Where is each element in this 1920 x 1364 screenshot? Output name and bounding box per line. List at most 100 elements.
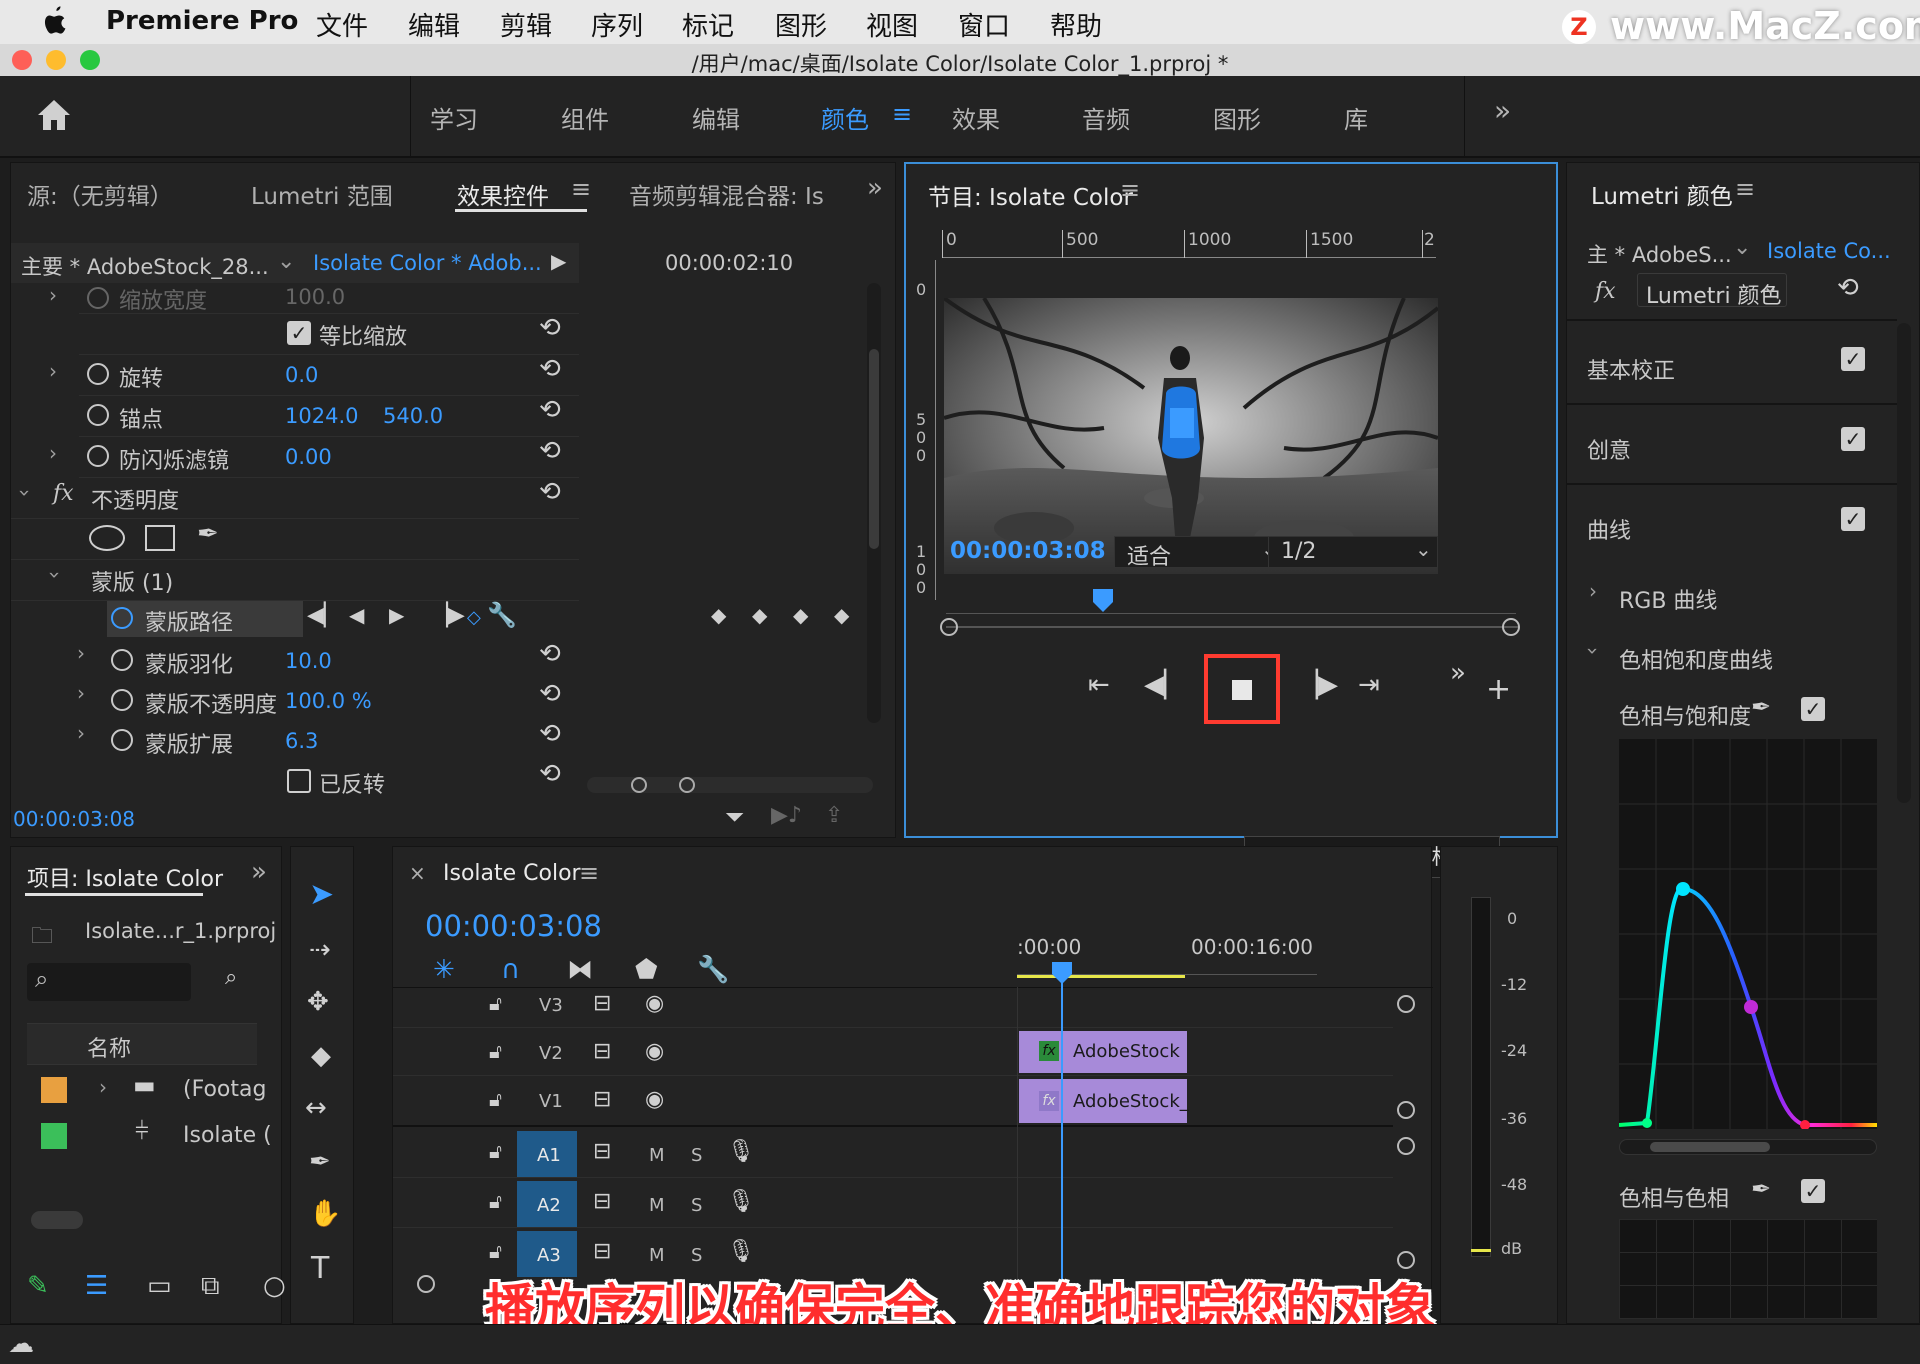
project-scrollbar[interactable] bbox=[31, 1211, 83, 1229]
inverted-checkbox[interactable] bbox=[287, 769, 311, 793]
lumetri-scrollbar[interactable] bbox=[1897, 323, 1911, 803]
uniform-scale-checkbox[interactable]: ✓ bbox=[287, 321, 311, 345]
workspace-color[interactable]: 颜色 bbox=[821, 100, 869, 135]
reset-icon[interactable]: ⟲ bbox=[539, 477, 561, 507]
add-marker-icon[interactable]: ⬟ bbox=[635, 955, 658, 985]
vertical-scrollbar[interactable] bbox=[867, 283, 881, 723]
wrench-icon[interactable]: 🔧 bbox=[487, 601, 517, 629]
track-backward-icon[interactable]: ◀▏ bbox=[307, 603, 341, 628]
lock-icon[interactable]: 🔓︎ bbox=[489, 1239, 502, 1263]
section-creative[interactable]: 创意 bbox=[1587, 433, 1631, 465]
scroll-handle-right[interactable] bbox=[1502, 618, 1520, 636]
hue-vs-sat-checkbox[interactable]: ✓ bbox=[1801, 697, 1825, 721]
zoom-scrollbar[interactable] bbox=[587, 777, 873, 793]
eyedropper-icon[interactable]: ✒ bbox=[1751, 1175, 1771, 1203]
menu-edit[interactable]: 编辑 bbox=[408, 6, 460, 43]
hue-vs-hue-checkbox[interactable]: ✓ bbox=[1801, 1179, 1825, 1203]
fx-icon[interactable]: fx bbox=[53, 481, 74, 506]
reset-icon[interactable]: ⟲ bbox=[539, 719, 561, 749]
project-item-footage[interactable]: (Footag bbox=[183, 1077, 266, 1102]
zoom-level-dropdown[interactable]: 适合 ⌄ bbox=[1114, 536, 1284, 570]
lumetri-menu-icon[interactable]: ≡ bbox=[1735, 175, 1755, 203]
workspace-learn[interactable]: 学习 bbox=[430, 100, 478, 135]
workspace-graphics[interactable]: 图形 bbox=[1213, 100, 1261, 135]
lock-icon[interactable]: 🔓︎ bbox=[489, 1189, 502, 1213]
scroll-handle[interactable] bbox=[1397, 1137, 1415, 1155]
workspace-assembly[interactable]: 组件 bbox=[561, 100, 609, 135]
reset-icon[interactable]: ⟲ bbox=[539, 313, 561, 343]
reset-icon[interactable]: ⟲ bbox=[539, 639, 561, 669]
expand-icon[interactable]: › bbox=[49, 359, 57, 383]
workspaces-overflow-button[interactable]: » bbox=[1494, 94, 1511, 127]
solo-button[interactable]: S bbox=[691, 1145, 702, 1166]
expand-icon[interactable]: › bbox=[77, 641, 85, 665]
app-name[interactable]: Premiere Pro bbox=[106, 6, 298, 36]
mute-button[interactable]: M bbox=[649, 1195, 665, 1216]
playhead-icon[interactable] bbox=[1092, 588, 1114, 614]
fx-icon[interactable]: fx bbox=[1595, 279, 1616, 304]
scroll-handle[interactable] bbox=[1397, 1101, 1415, 1119]
timeline-menu-icon[interactable]: ≡ bbox=[579, 859, 599, 887]
sync-lock-icon[interactable]: ⊟ bbox=[593, 991, 611, 1016]
property-scale-width-value[interactable]: 100.0 bbox=[285, 285, 345, 309]
expand-icon[interactable]: › bbox=[77, 681, 85, 705]
eye-icon[interactable]: ◉ bbox=[645, 1087, 664, 1112]
collapse-icon[interactable]: › bbox=[13, 489, 37, 497]
new-search-bin-icon[interactable]: ⌕ bbox=[225, 965, 237, 990]
stopwatch-icon[interactable] bbox=[111, 729, 133, 751]
pen-tool-icon[interactable]: ✒ bbox=[309, 1147, 331, 1177]
stopwatch-icon[interactable] bbox=[111, 607, 133, 629]
ripple-edit-tool-icon[interactable]: ✥ bbox=[307, 987, 329, 1017]
collapse-icon[interactable]: › bbox=[43, 571, 67, 579]
expand-icon[interactable]: › bbox=[77, 721, 85, 745]
project-search-input[interactable]: ⌕ bbox=[27, 963, 191, 1001]
track-a2[interactable]: A2 bbox=[537, 1195, 561, 1216]
track-back-one-icon[interactable]: ◀ bbox=[349, 603, 364, 627]
rectangle-mask-icon[interactable] bbox=[145, 525, 175, 551]
timeline-playhead-icon[interactable] bbox=[1051, 961, 1073, 985]
keyframe-icon[interactable]: ◆ bbox=[711, 603, 726, 627]
rgb-curves-section[interactable]: RGB 曲线 bbox=[1619, 583, 1717, 615]
selection-tool-icon[interactable]: ➤ bbox=[309, 877, 334, 912]
slip-tool-icon[interactable]: ↔ bbox=[305, 1093, 327, 1123]
eye-icon[interactable]: ◉ bbox=[645, 991, 664, 1016]
stopwatch-icon[interactable] bbox=[111, 649, 133, 671]
property-anchor-x-value[interactable]: 1024.0 bbox=[285, 404, 358, 428]
tab-source[interactable]: 源:（无剪辑） bbox=[27, 177, 173, 211]
scroll-handle[interactable] bbox=[1397, 995, 1415, 1013]
sync-lock-icon[interactable]: ⊟ bbox=[593, 1189, 611, 1214]
reset-icon[interactable]: ⟲ bbox=[539, 436, 561, 466]
button-editor-icon[interactable]: + bbox=[1486, 672, 1511, 707]
workspace-menu-icon[interactable]: ≡ bbox=[892, 100, 912, 128]
stopwatch-icon[interactable] bbox=[111, 689, 133, 711]
work-area-bar[interactable] bbox=[1017, 975, 1185, 978]
reset-icon[interactable]: ⟲ bbox=[539, 759, 561, 789]
step-back-icon[interactable]: ◀▏ bbox=[1144, 670, 1184, 700]
microphone-icon[interactable]: 🎙︎ bbox=[727, 1239, 755, 1264]
ellipse-mask-icon[interactable] bbox=[89, 525, 125, 551]
menu-file[interactable]: 文件 bbox=[316, 6, 368, 43]
resolution-dropdown[interactable]: 1/2 ⌄ bbox=[1268, 536, 1438, 568]
menu-window[interactable]: 窗口 bbox=[958, 6, 1010, 43]
workspace-effects[interactable]: 效果 bbox=[952, 100, 1000, 135]
sequence-clip-label[interactable]: Isolate Color * Adob... bbox=[313, 251, 542, 275]
solo-button[interactable]: S bbox=[691, 1195, 702, 1216]
sync-lock-icon[interactable]: ⊟ bbox=[593, 1239, 611, 1264]
export-icon[interactable]: ⇪ bbox=[825, 803, 843, 828]
eye-icon[interactable]: ◉ bbox=[645, 1039, 664, 1064]
stopwatch-icon[interactable] bbox=[87, 287, 109, 309]
go-to-out-icon[interactable]: ⇥ bbox=[1358, 670, 1380, 700]
track-forward-one-icon[interactable]: ▶ bbox=[389, 603, 404, 627]
lock-icon[interactable]: 🔓︎ bbox=[489, 991, 502, 1015]
project-item-sequence[interactable]: Isolate ( bbox=[183, 1123, 272, 1148]
section-curves[interactable]: 曲线 bbox=[1587, 513, 1631, 545]
timeline-timecode[interactable]: 00:00:03:08 bbox=[425, 909, 602, 943]
curves-checkbox[interactable]: ✓ bbox=[1841, 507, 1865, 531]
go-to-in-icon[interactable]: ⇤ bbox=[1088, 670, 1110, 700]
audio-icon[interactable]: ▶♪ bbox=[771, 803, 802, 828]
curve-scrollbar[interactable] bbox=[1619, 1139, 1877, 1155]
track-select-tool-icon[interactable]: ⇢ bbox=[309, 935, 331, 965]
mute-button[interactable]: M bbox=[649, 1245, 665, 1266]
lock-icon[interactable]: 🔓︎ bbox=[489, 1139, 502, 1163]
more-controls-icon[interactable]: » bbox=[1450, 658, 1466, 688]
